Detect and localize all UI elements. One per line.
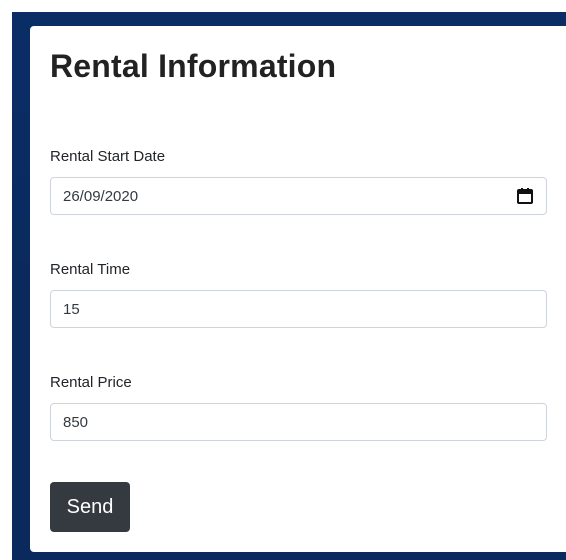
calendar-icon[interactable] xyxy=(516,187,534,205)
rental-price-label: Rental Price xyxy=(50,374,132,391)
rental-time-label: Rental Time xyxy=(50,261,131,278)
page-title: Rental Information xyxy=(50,48,337,84)
start-date-value: 26/09/2020 xyxy=(63,187,139,205)
start-date-field[interactable]: 26/09/2020 xyxy=(50,177,547,215)
start-date-label: Rental Start Date xyxy=(50,148,166,165)
rental-price-field[interactable]: 850 xyxy=(50,403,547,441)
send-button[interactable]: Send xyxy=(50,482,130,532)
rental-price-value: 850 xyxy=(63,413,89,431)
rental-form-card xyxy=(30,26,566,552)
rental-time-field[interactable]: 15 xyxy=(50,290,547,328)
rental-time-value: 15 xyxy=(63,300,80,318)
